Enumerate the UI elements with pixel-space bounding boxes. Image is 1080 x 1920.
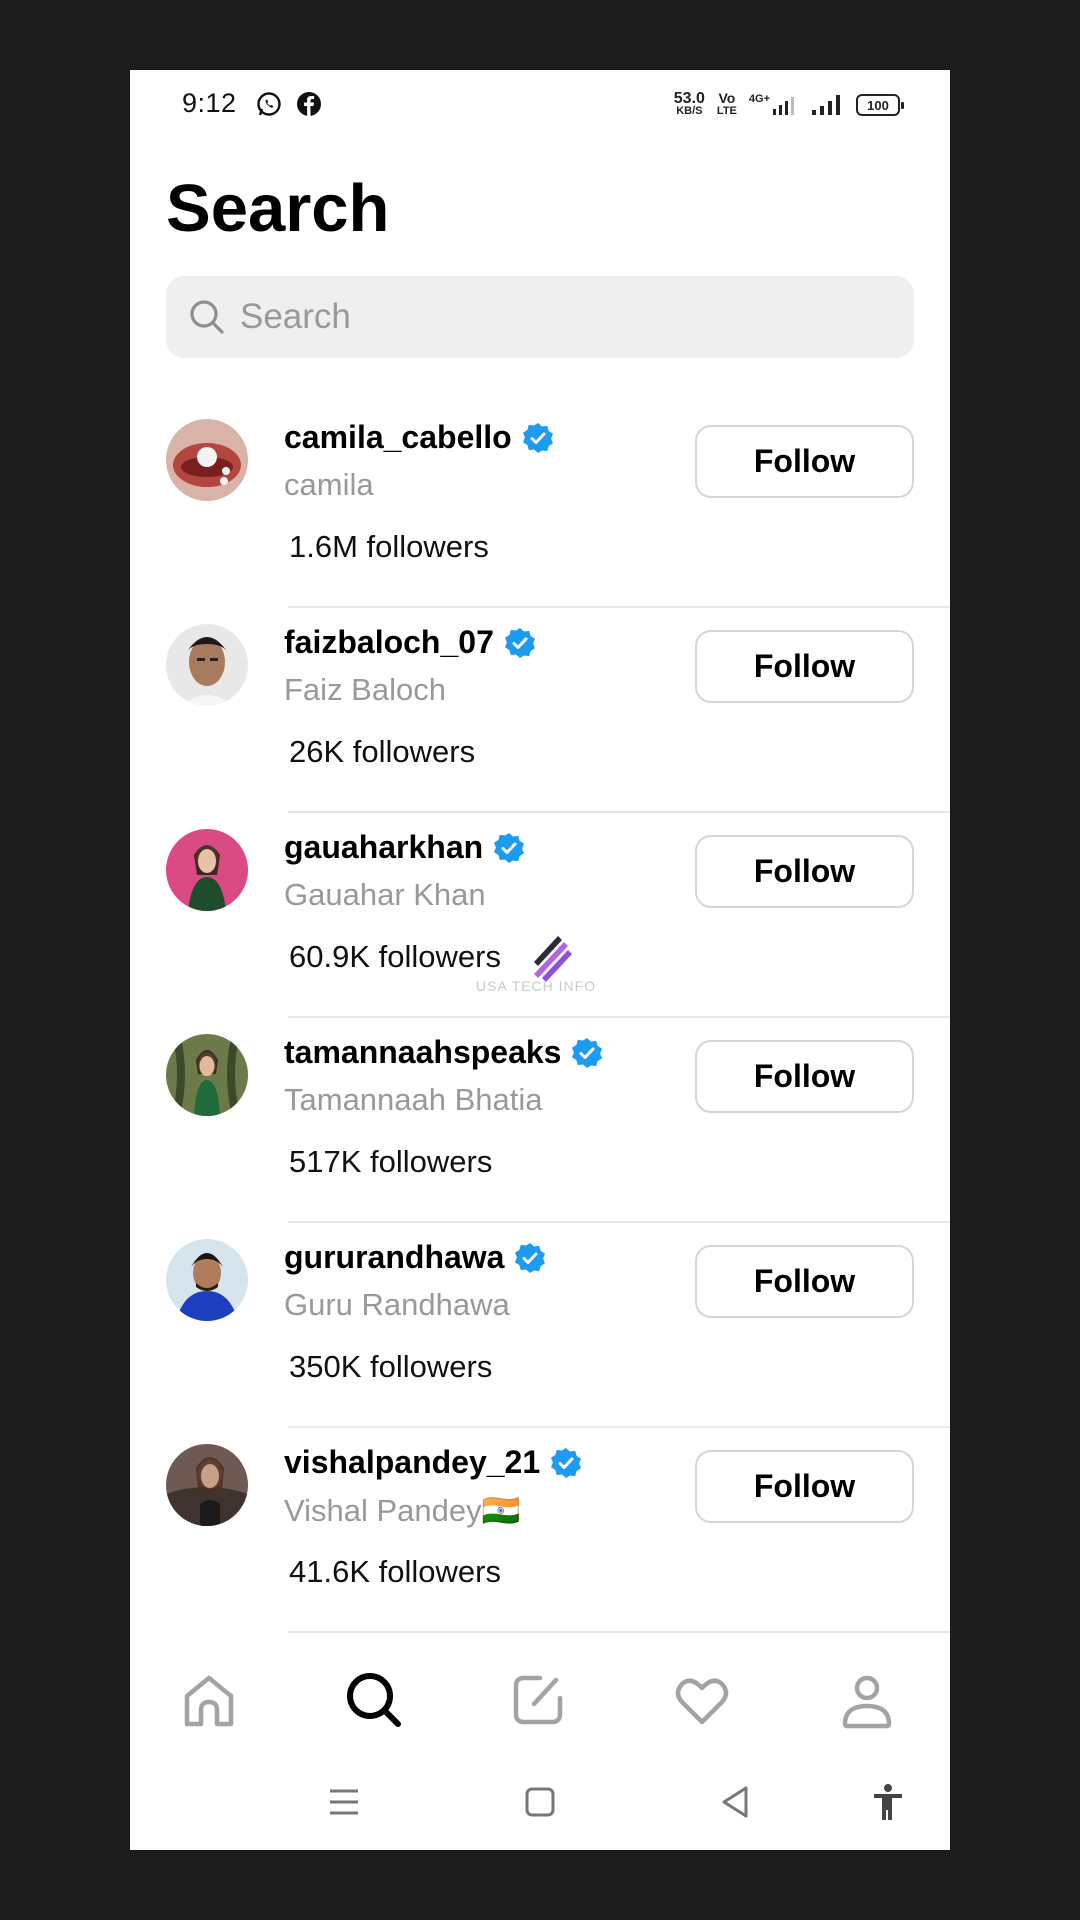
- full-name: camila: [284, 467, 374, 502]
- follow-button[interactable]: Follow: [695, 835, 914, 908]
- avatar[interactable]: [166, 829, 248, 911]
- back-icon[interactable]: [716, 1782, 756, 1822]
- avatar[interactable]: [166, 1239, 248, 1321]
- status-bar: 9:12 53.0 KB/S Vo LTE 4G+ 100: [130, 70, 950, 140]
- avatar[interactable]: [166, 1034, 248, 1116]
- verified-badge-icon: [572, 1037, 603, 1068]
- divider: [288, 1631, 950, 1633]
- avatar[interactable]: [166, 624, 248, 706]
- search-icon: [190, 300, 224, 334]
- page-title: Search: [166, 171, 390, 246]
- follow-button[interactable]: Follow: [695, 425, 914, 498]
- list-item[interactable]: gururandhawa Guru Randhawa 350K follower…: [130, 1225, 950, 1430]
- bottom-nav: [130, 1640, 950, 1750]
- avatar[interactable]: [166, 419, 248, 501]
- menu-icon[interactable]: [324, 1782, 364, 1822]
- watermark-text: USA TECH INFO: [476, 978, 597, 994]
- status-icons: 53.0 KB/S Vo LTE 4G+ 100: [673, 90, 904, 120]
- follower-count: 1.6M followers: [289, 529, 489, 564]
- verified-badge-icon: [515, 1242, 546, 1273]
- battery-icon: 100: [856, 94, 904, 116]
- full-name: Gauahar Khan: [284, 877, 486, 912]
- signal-4g-icon: 4G+: [749, 93, 798, 117]
- follow-button[interactable]: Follow: [695, 630, 914, 703]
- search-icon[interactable]: [342, 1668, 406, 1732]
- net-speed: 53.0 KB/S: [673, 90, 705, 118]
- system-nav: [130, 1760, 950, 1850]
- home-square-icon[interactable]: [520, 1782, 560, 1822]
- divider: [288, 606, 950, 608]
- accessibility-icon[interactable]: [868, 1782, 908, 1822]
- follower-count: 41.6K followers: [289, 1554, 501, 1589]
- divider: [288, 1426, 950, 1428]
- full-name: Faiz Baloch: [284, 672, 446, 707]
- verified-badge-icon: [551, 1447, 582, 1478]
- username[interactable]: gauaharkhan: [284, 829, 483, 866]
- username[interactable]: tamannaahspeaks: [284, 1034, 561, 1071]
- facebook-icon: [297, 92, 321, 116]
- follower-count: 60.9K followers: [289, 939, 501, 974]
- list-item[interactable]: vishalpandey_21 Vishal Pandey🇮🇳 41.6K fo…: [130, 1430, 950, 1635]
- list-item[interactable]: faizbaloch_07 Faiz Baloch 26K followers …: [130, 610, 950, 815]
- compose-icon[interactable]: [506, 1668, 570, 1732]
- profile-icon[interactable]: [835, 1668, 899, 1732]
- verified-badge-icon: [494, 832, 525, 863]
- verified-badge-icon: [504, 627, 535, 658]
- verified-badge-icon: [522, 422, 553, 453]
- divider: [288, 1221, 950, 1223]
- phone-screen: 9:12 53.0 KB/S Vo LTE 4G+ 100 Search Sea…: [130, 70, 950, 1850]
- username[interactable]: gururandhawa: [284, 1239, 504, 1276]
- search-input[interactable]: [240, 297, 880, 337]
- volte-indicator: Vo LTE: [716, 90, 737, 117]
- username[interactable]: faizbaloch_07: [284, 624, 494, 661]
- follow-button[interactable]: Follow: [695, 1040, 914, 1113]
- avatar[interactable]: [166, 1444, 248, 1526]
- heart-icon[interactable]: [670, 1668, 734, 1732]
- follow-button[interactable]: Follow: [695, 1450, 914, 1523]
- divider: [288, 811, 950, 813]
- search-bar[interactable]: [166, 276, 914, 358]
- follow-button[interactable]: Follow: [695, 1245, 914, 1318]
- follower-count: 350K followers: [289, 1349, 493, 1384]
- follower-count: 517K followers: [289, 1144, 493, 1179]
- status-time: 9:12: [182, 88, 237, 118]
- divider: [288, 1016, 950, 1018]
- username[interactable]: vishalpandey_21: [284, 1444, 540, 1481]
- whatsapp-icon: [257, 92, 281, 116]
- full-name: Tamannaah Bhatia: [284, 1082, 543, 1117]
- follower-count: 26K followers: [289, 734, 476, 769]
- signal-bars-icon: [812, 95, 840, 115]
- home-icon[interactable]: [177, 1668, 241, 1732]
- list-item[interactable]: camila_cabello camila 1.6M followers Fol…: [130, 405, 950, 610]
- full-name: Guru Randhawa: [284, 1287, 510, 1322]
- list-item[interactable]: tamannaahspeaks Tamannaah Bhatia 517K fo…: [130, 1020, 950, 1225]
- full-name: Vishal Pandey🇮🇳: [284, 1493, 521, 1528]
- username[interactable]: camila_cabello: [284, 419, 512, 456]
